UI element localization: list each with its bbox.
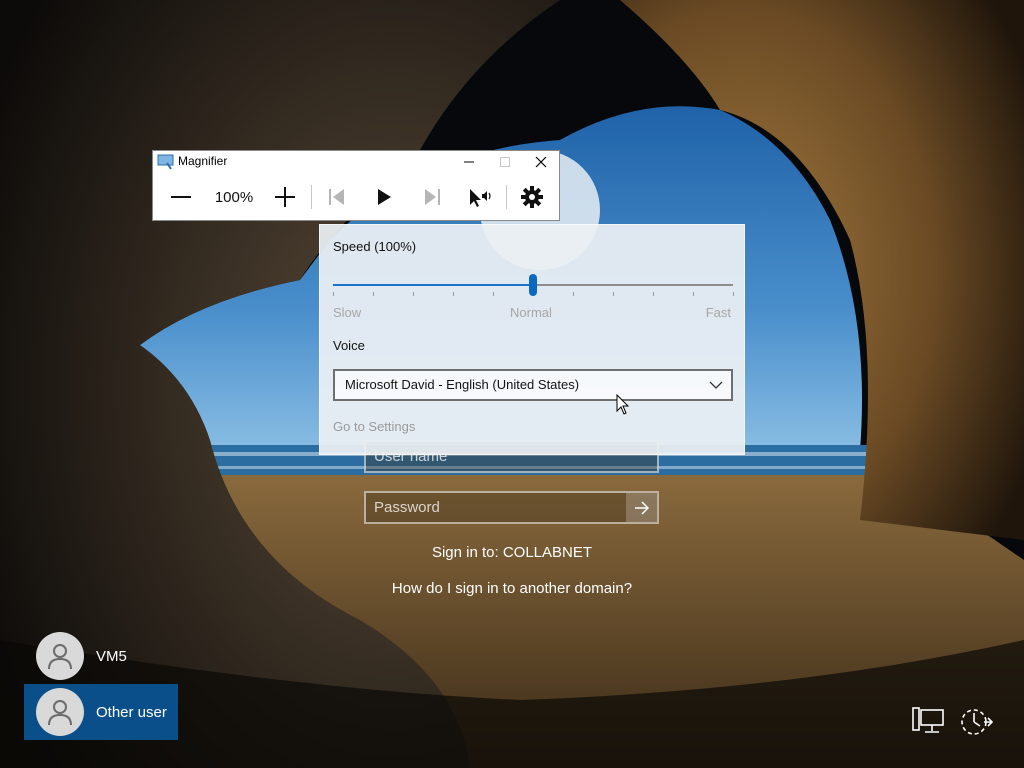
magnifier-titlebar[interactable]: Magnifier [153, 151, 559, 173]
slider-tick [373, 292, 374, 296]
user-name: Other user [96, 703, 167, 721]
voice-label: Voice [333, 338, 365, 353]
mouse-pointer-icon [616, 394, 630, 415]
another-domain-link[interactable]: How do I sign in to another domain? [392, 580, 632, 597]
slider-label-slow: Slow [333, 305, 362, 320]
password-input[interactable]: Password [364, 491, 659, 524]
maximize-button[interactable] [487, 151, 523, 173]
close-icon [535, 156, 547, 168]
reading-settings-flyout: Speed (100%) Slow Normal Fast Voice Micr… [319, 224, 745, 455]
minimize-button[interactable] [451, 151, 487, 173]
avatar [36, 632, 84, 680]
read-from-pointer-button[interactable] [465, 175, 495, 219]
slider-tick [453, 292, 454, 296]
user-name: VM5 [96, 647, 127, 665]
toolbar-separator [506, 185, 507, 209]
previous-icon [329, 189, 344, 205]
zoom-out-button[interactable] [167, 175, 195, 219]
go-to-settings-link[interactable]: Go to Settings [333, 419, 415, 434]
speed-label: Speed (100%) [333, 239, 417, 254]
zoom-in-icon [275, 187, 295, 207]
play-button[interactable] [370, 175, 398, 219]
slider-label-fast: Fast [705, 305, 731, 320]
slider-tick [493, 292, 494, 296]
zoom-level: 100% [214, 188, 254, 206]
slider-tick [613, 292, 614, 296]
slider-label-normal: Normal [510, 305, 552, 320]
magnifier-toolbar: 100% [153, 175, 559, 219]
next-icon [425, 189, 440, 205]
slider-track-fill [333, 284, 533, 286]
speed-slider[interactable] [333, 273, 734, 297]
sign-in-to-text: Sign in to: COLLABNET [431, 544, 593, 561]
another-domain-link-row: How do I sign in to another domain? [0, 580, 1024, 597]
password-placeholder: Password [374, 499, 440, 516]
close-button[interactable] [523, 151, 559, 173]
user-tile-vm5[interactable]: VM5 [24, 628, 178, 684]
settings-button[interactable] [518, 175, 546, 219]
window-title: Magnifier [178, 154, 228, 168]
magnifier-app-icon [157, 154, 174, 170]
slider-tick [733, 292, 734, 296]
chevron-down-icon [709, 381, 723, 389]
user-tile-other-user[interactable]: Other user [24, 684, 178, 740]
ease-of-access-icon[interactable] [958, 705, 994, 739]
slider-tick [573, 292, 574, 296]
zoom-out-icon [171, 196, 191, 198]
slider-tick [693, 292, 694, 296]
slider-tick [413, 292, 414, 296]
toolbar-separator [311, 185, 312, 209]
network-icon[interactable] [911, 706, 945, 736]
person-icon [48, 700, 72, 726]
gear-icon [521, 186, 543, 208]
next-button[interactable] [418, 175, 446, 219]
avatar [36, 688, 84, 736]
read-from-pointer-icon [470, 189, 491, 207]
slider-thumb[interactable] [529, 274, 537, 296]
zoom-in-button[interactable] [271, 175, 299, 219]
person-icon [48, 644, 72, 670]
voice-dropdown[interactable]: Microsoft David - English (United States… [333, 369, 733, 401]
previous-button[interactable] [323, 175, 351, 219]
maximize-icon [500, 157, 510, 167]
magnifier-window: Magnifier 100% [152, 150, 560, 221]
play-icon [378, 189, 391, 205]
minimize-icon [464, 161, 474, 163]
slider-tick [653, 292, 654, 296]
submit-arrow-button[interactable] [626, 493, 657, 522]
voice-selected-value: Microsoft David - English (United States… [345, 377, 580, 392]
slider-tick [333, 292, 334, 296]
arrow-right-icon [634, 500, 649, 515]
